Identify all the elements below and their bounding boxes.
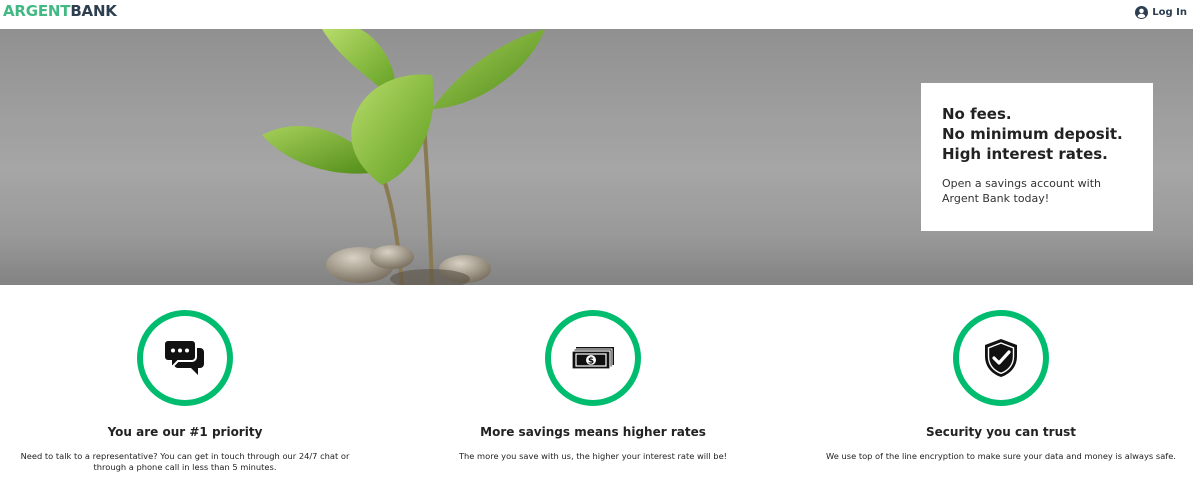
feature-icon-circle xyxy=(953,310,1049,406)
svg-text:$: $ xyxy=(588,357,594,367)
feature-item-priority: You are our #1 priority Need to talk to … xyxy=(0,310,370,473)
logo-argent: ARGENT xyxy=(3,2,71,20)
feature-icon-circle: $ xyxy=(545,310,641,406)
feature-text: We use top of the line encryption to mak… xyxy=(826,451,1176,461)
feature-title: Security you can trust xyxy=(926,425,1076,439)
hero-promo-card: No fees. No minimum deposit. High intere… xyxy=(921,83,1153,231)
logo-bank: BANK xyxy=(70,2,117,20)
feature-text: The more you save with us, the higher yo… xyxy=(458,451,728,461)
user-circle-icon xyxy=(1135,6,1149,19)
feature-item-security: Security you can trust We use top of the… xyxy=(816,310,1186,462)
main-nav: ARGENT BANK Log In xyxy=(0,0,1193,29)
hero-banner: No fees. No minimum deposit. High intere… xyxy=(0,29,1193,285)
feature-title: You are our #1 priority xyxy=(107,425,263,439)
feature-icon-circle xyxy=(137,310,233,406)
login-label: Log In xyxy=(1152,7,1187,18)
chat-icon xyxy=(164,339,204,375)
money-icon: $ xyxy=(571,347,614,370)
hero-headline-3: High interest rates. xyxy=(942,145,1108,163)
feature-title: More savings means higher rates xyxy=(480,425,706,439)
feature-item-savings: $ More savings means higher rates The mo… xyxy=(408,310,778,462)
login-link[interactable]: Log In xyxy=(1135,6,1187,19)
hero-subtext: Open a savings account with Argent Bank … xyxy=(942,177,1101,205)
logo-link[interactable]: ARGENT BANK xyxy=(3,2,117,22)
security-shield-icon xyxy=(985,339,1017,377)
feature-text: Need to talk to a representative? You ca… xyxy=(20,451,350,472)
hero-headline-2: No minimum deposit. xyxy=(942,125,1123,143)
hero-headline-1: No fees. xyxy=(942,105,1012,123)
